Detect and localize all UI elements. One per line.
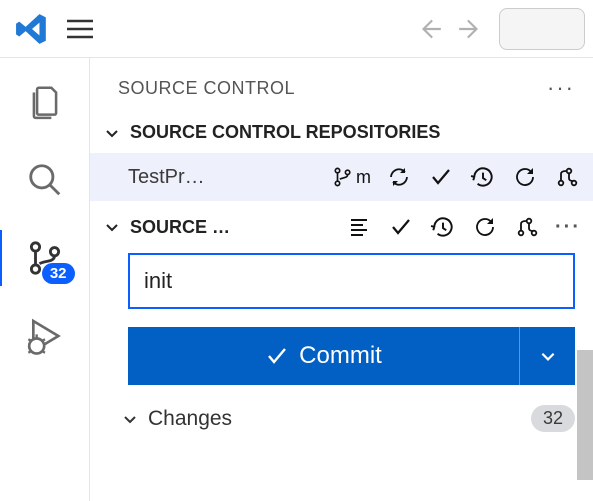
source-control-panel: SOURCE CONTROL ··· SOURCE CONTROL REPOSI… (90, 58, 593, 501)
run-debug-tab[interactable] (21, 312, 69, 360)
commit-dropdown-button[interactable] (519, 327, 575, 385)
tree-view-icon[interactable] (345, 213, 373, 241)
chevron-down-icon (104, 219, 122, 235)
repository-actions: m (332, 163, 581, 191)
nav-back-button[interactable] (411, 10, 449, 48)
commit-button[interactable]: Commit (128, 327, 519, 385)
graph-icon[interactable] (513, 213, 541, 241)
changes-section-header[interactable]: Changes 32 (90, 385, 593, 432)
panel-more-button[interactable]: ··· (547, 75, 575, 101)
checkmark-icon[interactable] (427, 163, 455, 191)
nav-arrows (411, 10, 489, 48)
repositories-section-header[interactable]: SOURCE CONTROL REPOSITORIES (90, 118, 593, 153)
checkmark-icon[interactable] (387, 213, 415, 241)
command-center-search[interactable] (499, 8, 585, 50)
commit-message-input[interactable] (128, 253, 575, 309)
panel-title: SOURCE CONTROL (118, 78, 547, 99)
repository-row[interactable]: TestPr… m (90, 153, 593, 201)
scrollbar-thumb[interactable] (577, 350, 593, 480)
commit-button-group: Commit (128, 327, 575, 385)
source-control-tab[interactable]: 32 (21, 234, 69, 282)
changes-label: Changes (148, 407, 232, 431)
scm-badge: 32 (42, 263, 75, 284)
graph-icon[interactable] (553, 163, 581, 191)
history-icon[interactable] (429, 213, 457, 241)
section-more-button[interactable]: ··· (555, 216, 581, 239)
panel-header: SOURCE CONTROL ··· (90, 58, 593, 118)
refresh-icon[interactable] (511, 163, 539, 191)
repositories-section-title: SOURCE CONTROL REPOSITORIES (130, 122, 440, 143)
explorer-tab[interactable] (21, 78, 69, 126)
changes-count-badge: 32 (531, 405, 575, 432)
commit-button-label: Commit (299, 342, 382, 370)
vscode-logo-icon (8, 12, 56, 46)
search-tab[interactable] (21, 156, 69, 204)
refresh-icon[interactable] (471, 213, 499, 241)
chevron-down-icon (104, 125, 122, 141)
nav-forward-button[interactable] (451, 10, 489, 48)
chevron-down-icon (122, 411, 140, 427)
activity-bar: 32 (0, 58, 90, 501)
menu-button[interactable] (56, 19, 104, 39)
source-control-section-header[interactable]: SOURCE … ··· (90, 201, 593, 247)
history-icon[interactable] (469, 163, 497, 191)
source-control-section-title: SOURCE … (130, 217, 230, 238)
repository-name: TestPr… (128, 166, 205, 189)
title-bar (0, 0, 593, 58)
branch-icon[interactable]: m (332, 163, 371, 191)
sync-icon[interactable] (385, 163, 413, 191)
